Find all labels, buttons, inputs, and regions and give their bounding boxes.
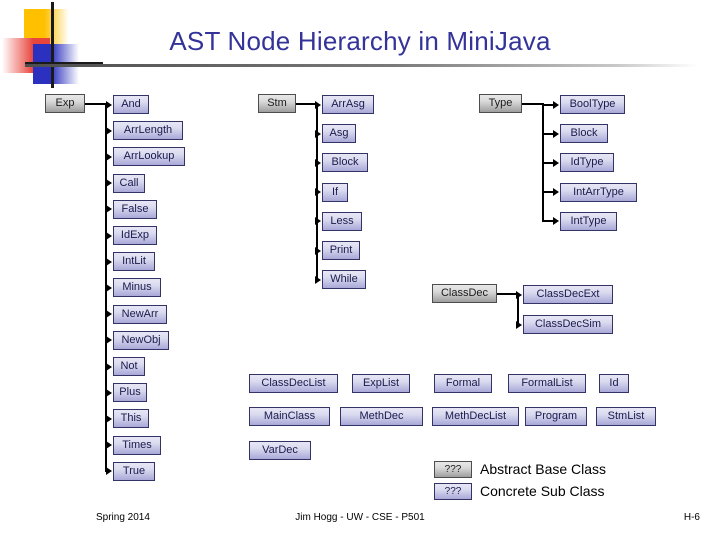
node-classdec: ClassDec	[432, 284, 497, 303]
arrowhead-icon	[315, 188, 321, 197]
arrowhead-icon	[106, 336, 112, 345]
arrowhead-icon	[315, 246, 321, 255]
node-stm: Stm	[258, 94, 296, 113]
node-formallist: FormalList	[508, 374, 586, 393]
node-booltype: BoolType	[560, 95, 625, 114]
legend-row-concrete: ??? Concrete Sub Class	[434, 480, 606, 502]
node-formal: Formal	[434, 374, 492, 393]
slide-canvas: AST Node Hierarchy in MiniJava Exp And Arr…	[0, 0, 720, 540]
arrowhead-icon	[553, 217, 559, 226]
footer-author: Jim Hogg - UW - CSE - P501	[295, 512, 425, 523]
arrowhead-icon	[106, 414, 112, 423]
node-classdecsim: ClassDecSim	[523, 315, 613, 334]
node-less: Less	[322, 211, 362, 231]
arrowhead-icon	[106, 100, 112, 109]
arrowhead-icon	[315, 275, 321, 284]
node-asg: Asg	[322, 124, 356, 144]
node-newarr: NewArr	[113, 304, 167, 324]
node-newobj: NewObj	[113, 330, 169, 350]
node-plus: Plus	[113, 383, 147, 403]
arrowhead-icon	[106, 126, 112, 135]
legend-row-abstract: ??? Abstract Base Class	[434, 458, 606, 480]
arrowhead-icon	[516, 320, 522, 329]
node-block: Block	[322, 153, 368, 173]
arrowhead-icon	[106, 388, 112, 397]
node-classdeclist: ClassDecList	[249, 374, 338, 393]
node-arrasg: ArrAsg	[322, 95, 374, 114]
arrowhead-icon	[106, 467, 112, 476]
arrowhead-icon	[106, 152, 112, 161]
legend: ??? Abstract Base Class ??? Concrete Sub…	[434, 458, 606, 502]
node-idexp: IdExp	[113, 226, 157, 245]
node-program: Program	[525, 407, 587, 426]
arrowhead-icon	[106, 231, 112, 240]
arrowhead-icon	[106, 179, 112, 188]
node-block: Block	[560, 124, 608, 144]
arrowhead-icon	[315, 217, 321, 226]
arrowhead-icon	[516, 290, 522, 299]
node-methdeclist: MethDecList	[432, 407, 519, 426]
legend-swatch-abstract: ???	[434, 460, 472, 478]
node-not: Not	[113, 357, 145, 376]
node-id: Id	[599, 374, 629, 393]
node-type: Type	[479, 94, 522, 113]
arrowhead-icon	[315, 100, 321, 109]
node-and: And	[113, 95, 149, 114]
node-classdecext: ClassDecExt	[523, 285, 613, 304]
node-while: While	[322, 270, 366, 290]
legend-label-abstract: Abstract Base Class	[480, 461, 607, 477]
arrowhead-icon	[106, 362, 112, 371]
node-times: Times	[113, 435, 161, 455]
node-inttype: IntType	[560, 211, 617, 231]
node-mainclass: MainClass	[249, 407, 330, 426]
footer-page-number: H-6	[683, 512, 700, 523]
node-minus: Minus	[113, 278, 161, 298]
node-stmlist: StmList	[596, 407, 656, 426]
node-vardec: VarDec	[249, 441, 311, 460]
node-intarrtype: IntArrType	[560, 182, 637, 202]
arrowhead-icon	[553, 188, 559, 197]
node-print: Print	[322, 241, 360, 260]
node-false: False	[113, 199, 157, 219]
arrowhead-icon	[553, 158, 559, 167]
arrowhead-icon	[106, 257, 112, 266]
connector-line	[522, 102, 544, 105]
node-explist: ExpList	[352, 374, 410, 393]
arrowhead-icon	[106, 205, 112, 214]
node-intlit: IntLit	[113, 252, 155, 272]
node-methdec: MethDec	[340, 407, 423, 426]
node-this: This	[113, 409, 149, 429]
title-divider	[25, 64, 697, 67]
arrowhead-icon	[315, 129, 321, 138]
node-exp: Exp	[45, 94, 85, 113]
node-if: If	[322, 182, 348, 202]
connector-line	[85, 102, 107, 105]
arrowhead-icon	[106, 441, 112, 450]
arrowhead-icon	[106, 283, 112, 292]
arrowhead-icon	[106, 310, 112, 319]
arrowhead-icon	[553, 129, 559, 138]
node-arrlookup: ArrLookup	[113, 147, 185, 167]
node-true: True	[113, 461, 155, 481]
slide-footer: Spring 2014 Jim Hogg - UW - CSE - P501 H…	[0, 508, 720, 532]
node-arrlength: ArrLength	[113, 121, 183, 141]
node-call: Call	[113, 173, 145, 193]
legend-label-concrete: Concrete Sub Class	[480, 483, 605, 499]
arrowhead-icon	[315, 158, 321, 167]
arrowhead-icon	[553, 100, 559, 109]
node-idtype: IdType	[560, 153, 614, 173]
page-title: AST Node Hierarchy in MiniJava	[169, 26, 551, 56]
legend-swatch-concrete: ???	[434, 482, 472, 500]
